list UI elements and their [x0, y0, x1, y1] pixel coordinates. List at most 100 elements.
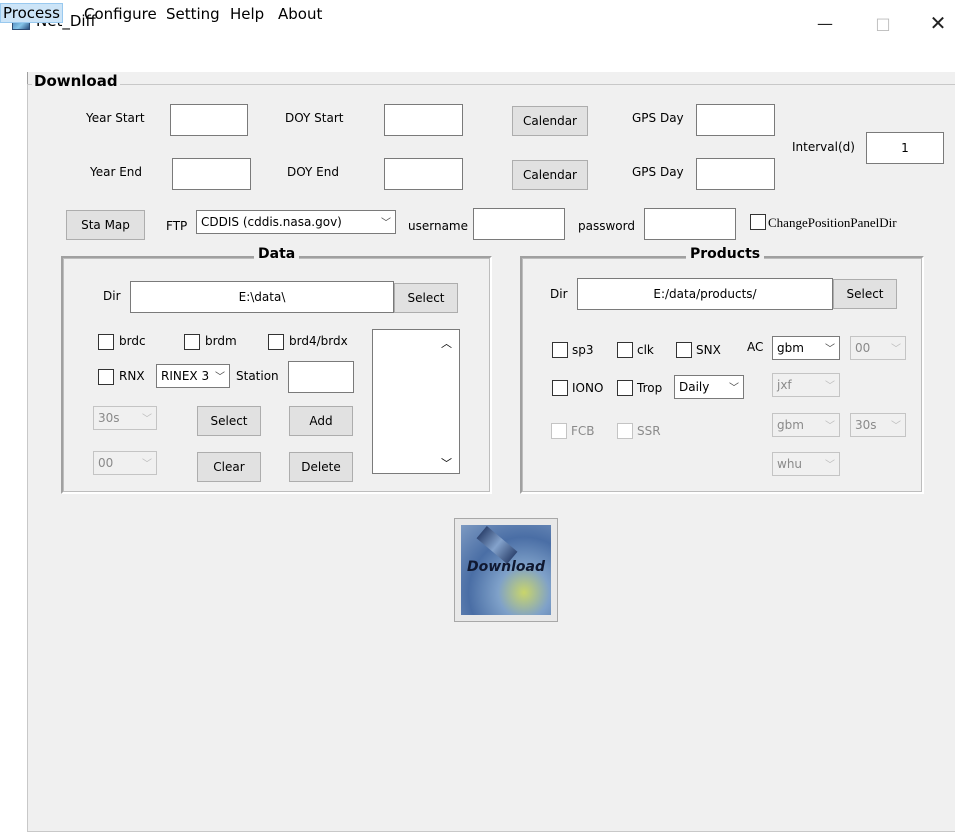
year-start-input[interactable] [170, 104, 248, 136]
username-label: username [408, 219, 468, 233]
snx-checkbox[interactable] [676, 342, 692, 358]
iono-label: IONO [572, 381, 604, 395]
menu-help[interactable]: Help [230, 4, 264, 24]
iono-ac-select[interactable]: jxf ﹀ [772, 373, 840, 397]
brdc-checkbox[interactable] [98, 334, 114, 350]
brdm-checkbox[interactable] [184, 334, 200, 350]
sp3-checkbox[interactable] [552, 342, 568, 358]
data-interval-select[interactable]: 30s ﹀ [93, 406, 157, 430]
ftp-select-value: CDDIS (cddis.nasa.gov) [201, 215, 342, 229]
rinex-version-select[interactable]: RINEX 3 ﹀ [156, 364, 230, 388]
year-end-label: Year End [90, 165, 143, 179]
iono-checkbox[interactable] [552, 380, 568, 396]
chevron-down-icon: ﹀ [142, 414, 152, 425]
chevron-up-icon[interactable]: ︿ [441, 335, 452, 351]
data-interval-value: 30s [98, 411, 120, 425]
trop-frequency-value: Daily [679, 380, 710, 394]
doy-end-input[interactable] [384, 158, 463, 190]
products-group-title: Products [686, 246, 765, 262]
password-input[interactable] [644, 208, 736, 240]
download-button-label: Download [466, 559, 546, 575]
username-input[interactable] [473, 208, 565, 240]
doy-start-input[interactable] [384, 104, 463, 136]
station-add-button[interactable]: Add [289, 406, 353, 436]
station-select-button[interactable]: Select [197, 406, 261, 436]
sp3-label: sp3 [572, 343, 594, 357]
station-label: Station [236, 369, 279, 383]
menu-setting[interactable]: Setting [166, 4, 220, 24]
doy-end-label: DOY End [287, 165, 339, 179]
ssr-checkbox[interactable] [617, 423, 633, 439]
chevron-down-icon: ﹀ [825, 421, 835, 432]
brdm-label: brdm [205, 334, 237, 348]
ac-select[interactable]: gbm ﹀ [772, 336, 840, 360]
maximize-button[interactable]: □ [860, 8, 906, 38]
fcb-interval-value: 30s [855, 418, 877, 432]
data-dir-label: Dir [103, 289, 121, 303]
ftp-label: FTP [166, 219, 188, 233]
brdc-label: brdc [119, 334, 146, 348]
change-position-checkbox[interactable] [750, 214, 766, 230]
menu-about[interactable]: About [278, 4, 322, 24]
close-button[interactable]: ✕ [915, 8, 955, 38]
fcb-ac-value: gbm [777, 418, 804, 432]
ac-hour-value: 00 [855, 341, 871, 355]
products-dir-input[interactable]: E:/data/products/ [577, 278, 833, 310]
calendar-start-button[interactable]: Calendar [512, 106, 588, 136]
chevron-down-icon: ﹀ [891, 344, 901, 355]
gps-day-start-input[interactable] [696, 104, 775, 136]
ac-select-value: gbm [777, 341, 804, 355]
products-dir-select-button[interactable]: Select [833, 279, 897, 309]
change-position-label: ChangePositionPanelDir [768, 215, 897, 230]
fcb-interval-select[interactable]: 30s ﹀ [850, 413, 906, 437]
download-button[interactable]: Download [454, 518, 558, 622]
ac-label: AC [747, 340, 764, 354]
calendar-end-button[interactable]: Calendar [512, 160, 588, 190]
data-hour-select[interactable]: 00 ﹀ [93, 451, 157, 475]
trop-frequency-select[interactable]: Daily ﹀ [674, 375, 744, 399]
station-clear-button[interactable]: Clear [197, 452, 261, 482]
gps-day-start-label: GPS Day [632, 111, 684, 125]
clk-checkbox[interactable] [617, 342, 633, 358]
menu-process[interactable]: Process [0, 3, 63, 23]
menu-configure[interactable]: Configure [84, 4, 157, 24]
fcb-label: FCB [571, 424, 595, 438]
products-dir-label: Dir [550, 287, 568, 301]
brd4-checkbox[interactable] [268, 334, 284, 350]
minimize-button[interactable]: — [802, 8, 848, 38]
fcb-ac-select[interactable]: gbm ﹀ [772, 413, 840, 437]
ssr-ac-select[interactable]: whu ﹀ [772, 452, 840, 476]
chevron-down-icon: ﹀ [381, 218, 391, 229]
trop-label: Trop [637, 381, 663, 395]
chevron-down-icon: ﹀ [825, 460, 835, 471]
data-dir-input[interactable]: E:\data\ [130, 281, 394, 313]
data-group-title: Data [254, 246, 300, 262]
interval-input[interactable]: 1 [866, 132, 944, 164]
doy-start-label: DOY Start [285, 111, 344, 125]
ac-hour-select[interactable]: 00 ﹀ [850, 336, 906, 360]
rnx-checkbox[interactable] [98, 369, 114, 385]
data-hour-value: 00 [98, 456, 114, 470]
year-end-input[interactable] [172, 158, 251, 190]
station-delete-button[interactable]: Delete [289, 452, 353, 482]
password-label: password [578, 219, 635, 233]
ssr-ac-value: whu [777, 457, 803, 471]
ftp-select[interactable]: CDDIS (cddis.nasa.gov) ﹀ [196, 210, 396, 234]
chevron-down-icon: ﹀ [142, 459, 152, 470]
interval-label: Interval(d) [792, 140, 855, 154]
gps-day-end-label: GPS Day [632, 165, 684, 179]
trop-checkbox[interactable] [617, 380, 633, 396]
ssr-label: SSR [637, 424, 661, 438]
chevron-down-icon: ﹀ [825, 381, 835, 392]
snx-label: SNX [696, 343, 721, 357]
fcb-checkbox[interactable] [551, 423, 567, 439]
data-dir-select-button[interactable]: Select [394, 283, 458, 313]
station-input[interactable] [288, 361, 354, 393]
gps-day-end-input[interactable] [696, 158, 775, 190]
iono-ac-value: jxf [777, 378, 792, 392]
rinex-version-value: RINEX 3 [161, 369, 210, 383]
chevron-down-icon[interactable]: ﹀ [441, 455, 452, 471]
clk-label: clk [637, 343, 654, 357]
sta-map-button[interactable]: Sta Map [66, 210, 145, 240]
rnx-label: RNX [119, 369, 145, 383]
